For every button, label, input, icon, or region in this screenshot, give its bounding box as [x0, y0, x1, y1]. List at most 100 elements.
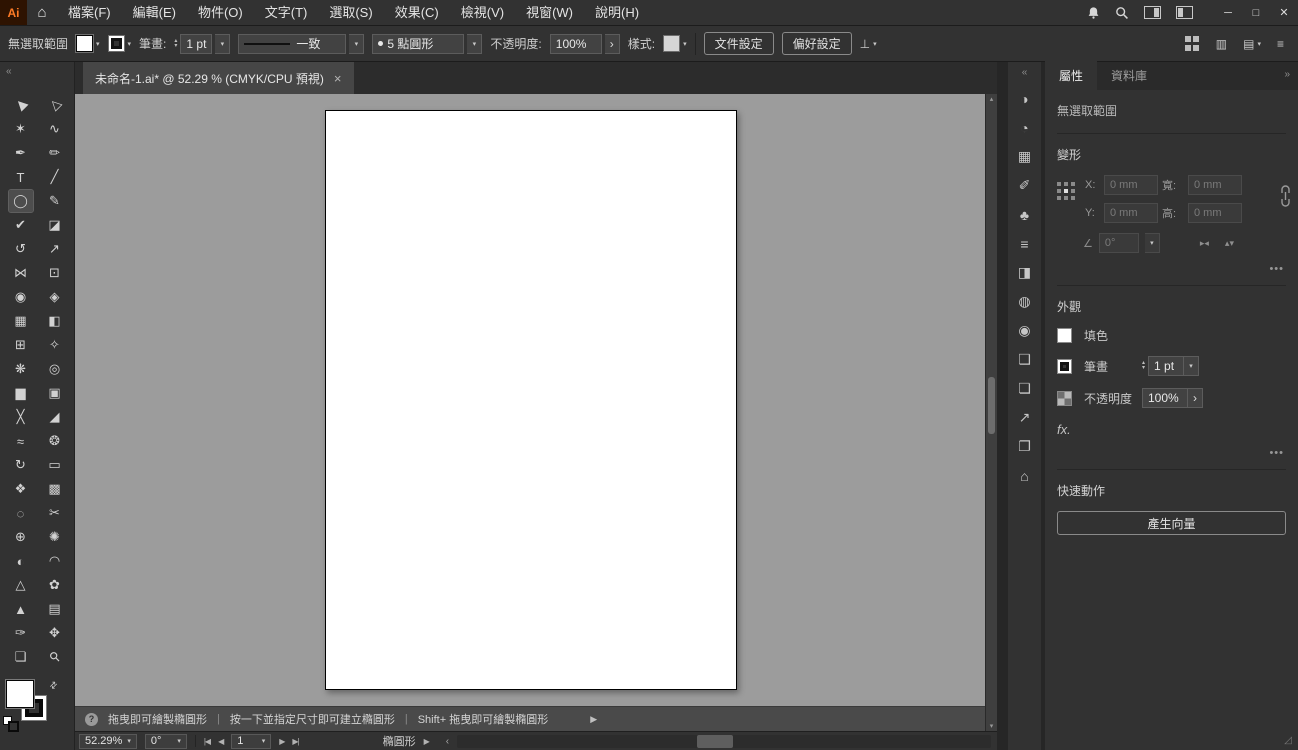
ruler-tool[interactable]: ▭ — [43, 454, 67, 476]
shaper-tool[interactable]: ✔ — [9, 214, 33, 236]
collapse-panel-icon[interactable]: » — [1284, 69, 1290, 80]
close-icon[interactable]: × — [334, 71, 342, 86]
mesh-tool[interactable]: ⊞ — [9, 334, 33, 356]
ellipse-tool[interactable]: ◯ — [7, 189, 34, 213]
paintbrush-tool[interactable]: ✎ — [43, 190, 67, 212]
scale-tool[interactable]: ↗ — [43, 238, 67, 260]
arc-tool[interactable]: ◠ — [43, 550, 67, 572]
reshape-tool[interactable]: △ — [9, 574, 33, 596]
pen-tool[interactable]: ✒ — [9, 142, 33, 164]
swap-fill-stroke-icon[interactable]: ⇄ — [47, 679, 60, 692]
rotation-field[interactable]: 0° — [1098, 233, 1139, 253]
knife-tool[interactable]: ◢ — [43, 406, 67, 428]
home-icon[interactable]: ⌂ — [27, 4, 57, 21]
eraser-tool[interactable]: ◪ — [43, 214, 67, 236]
zoom-select[interactable]: 52.29% ▾ — [79, 733, 137, 749]
chevron-right-icon[interactable]: › — [1188, 388, 1203, 408]
width-tool[interactable]: ⋈ — [9, 262, 33, 284]
scroll-up-icon[interactable]: ▴ — [986, 95, 997, 103]
stroke-weight-value[interactable]: 1 pt — [180, 33, 213, 54]
workspace-switch-icon[interactable] — [1144, 6, 1161, 19]
opacity-value[interactable]: 100% — [549, 33, 602, 54]
effects-button[interactable]: fx. — [1057, 420, 1286, 437]
live-paint-bucket-tool[interactable]: ◈ — [43, 286, 67, 308]
eyedropper-tool[interactable]: ✧ — [43, 334, 67, 356]
scroll-left-icon[interactable]: ‹ — [446, 736, 449, 747]
bell-icon[interactable] — [1087, 6, 1100, 20]
opacity-control[interactable]: 100% › — [549, 33, 620, 54]
free-transform-tool[interactable]: ⊡ — [43, 262, 67, 284]
type-tool[interactable]: T — [9, 166, 33, 188]
artboard-number-select[interactable]: 1 ▾ — [231, 733, 272, 749]
previous-artboard-icon[interactable]: ◀ — [218, 737, 224, 746]
asset-export-icon[interactable]: ↗ — [1008, 403, 1041, 432]
line-segment-tool[interactable]: ╱ — [43, 166, 67, 188]
chevron-down-icon[interactable]: ▾ — [1184, 356, 1200, 376]
scissors-tool[interactable]: ✂ — [43, 502, 67, 524]
menu-item-effect[interactable]: 效果(C) — [384, 0, 450, 25]
document-tab[interactable]: 未命名-1.ai* @ 52.29 % (CMYK/CPU 預視) × — [83, 62, 354, 94]
gradient-tool[interactable]: ◧ — [43, 310, 67, 332]
brush-dropdown[interactable]: 5 點圓形 ▾ — [372, 33, 483, 54]
tab-properties[interactable]: 屬性 — [1045, 61, 1098, 90]
rotation-select[interactable]: 0° ▾ — [144, 733, 187, 749]
fill-color-swatch[interactable] — [1057, 328, 1072, 343]
stroke-color-dropdown[interactable]: ▾ — [107, 35, 131, 52]
status-expand-icon[interactable]: ▶ — [424, 737, 430, 746]
menu-item-type[interactable]: 文字(T) — [254, 0, 319, 25]
curvature-tool[interactable]: ✏ — [43, 142, 67, 164]
document-rows-icon[interactable]: ▥ — [1216, 37, 1227, 51]
default-fill-stroke-icon[interactable] — [3, 716, 19, 732]
app-grid-icon[interactable] — [1184, 36, 1200, 51]
lasso-tool[interactable]: ∿ — [43, 118, 67, 140]
gradient-icon[interactable]: ◨ — [1008, 258, 1041, 287]
chevron-down-icon[interactable]: ▾ — [215, 33, 231, 54]
transparency-icon[interactable]: ◍ — [1008, 287, 1041, 316]
color-guide-icon[interactable]: ◔ — [1008, 113, 1041, 142]
scroll-down-icon[interactable]: ▾ — [986, 722, 997, 730]
more-options-icon[interactable]: ••• — [1057, 437, 1286, 465]
flip-horizontal-icon[interactable]: ▸◂ — [1200, 238, 1209, 249]
menu-icon[interactable]: ≡ — [1277, 37, 1284, 51]
shape-builder-tool[interactable]: ◉ — [9, 286, 33, 308]
symbol-sprayer-tool[interactable]: ❋ — [9, 358, 33, 380]
stroke-weight-stepper[interactable]: ▴ ▾ 1 pt ▾ — [174, 33, 231, 54]
artboards-icon[interactable]: ❐ — [1008, 432, 1041, 461]
appearance-icon[interactable]: ◉ — [1008, 316, 1041, 345]
canvas[interactable] — [75, 94, 985, 706]
vertical-scrollbar-thumb[interactable] — [988, 377, 995, 434]
color-icon[interactable]: ◑ — [1008, 84, 1041, 113]
menu-item-object[interactable]: 物件(O) — [187, 0, 254, 25]
arrange-documents-dropdown[interactable]: ▤ ▾ — [1243, 37, 1261, 51]
search-icon[interactable] — [1115, 6, 1129, 20]
minimize-button[interactable]: ─ — [1214, 0, 1242, 26]
menu-item-help[interactable]: 說明(H) — [584, 0, 650, 25]
brushes-icon[interactable]: ✐ — [1008, 171, 1041, 200]
symbol-shifter-tool[interactable]: ❖ — [9, 478, 33, 500]
toolbar-collapse-icon[interactable]: « — [6, 66, 12, 77]
chevron-right-icon[interactable]: › — [604, 33, 620, 54]
last-artboard-icon[interactable]: ▶| — [292, 737, 299, 746]
style-dropdown[interactable]: ▾ — [663, 35, 687, 52]
horizontal-scrollbar[interactable] — [457, 734, 991, 748]
swatches-icon[interactable]: ▦ — [1008, 142, 1041, 171]
graphic-styles-icon[interactable]: ❑ — [1008, 345, 1041, 374]
first-artboard-icon[interactable]: |◀ — [204, 737, 211, 746]
align-dropdown[interactable]: ⊥ ▾ — [860, 37, 877, 51]
slice-tool[interactable]: ╳ — [9, 406, 33, 428]
reference-point-locator[interactable] — [1057, 182, 1075, 223]
illustrator-logo-icon[interactable]: Ai — [0, 0, 27, 25]
pencil-tool[interactable]: ✑ — [9, 622, 33, 644]
opacity-icon[interactable] — [1057, 390, 1072, 406]
menu-item-select[interactable]: 選取(S) — [318, 0, 383, 25]
opacity-field[interactable]: 100% — [1142, 388, 1188, 408]
vertical-scrollbar[interactable]: ▴ ▾ — [985, 94, 997, 731]
perspective-grid-tool[interactable]: ▦ — [9, 310, 33, 332]
close-button[interactable]: ✕ — [1270, 0, 1298, 26]
help-icon[interactable]: ? — [85, 712, 98, 726]
print-tiling-tool[interactable]: ❏ — [9, 646, 33, 668]
width-field[interactable]: 0 mm — [1188, 175, 1242, 195]
group-selection-tool[interactable]: ▲ — [9, 598, 33, 620]
next-artboard-icon[interactable]: ▶ — [279, 737, 285, 746]
menu-item-view[interactable]: 檢視(V) — [450, 0, 515, 25]
